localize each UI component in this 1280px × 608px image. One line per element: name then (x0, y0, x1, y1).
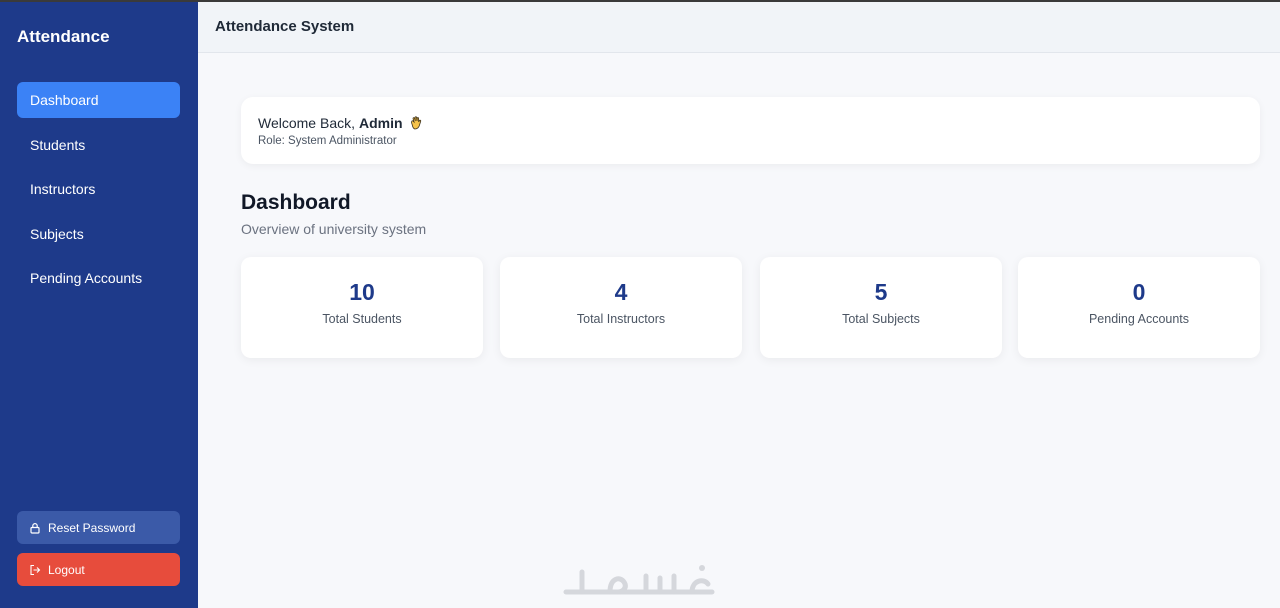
sidebar-item-students[interactable]: Students (17, 127, 180, 163)
welcome-role: Role: System Administrator (258, 135, 397, 147)
sidebar-nav: Dashboard Students Instructors Subjects … (17, 82, 180, 305)
welcome-user: Admin (359, 115, 403, 131)
window-top-border (0, 0, 1280, 2)
watermark-logo (562, 558, 718, 603)
welcome-card: Welcome Back, Admin Role: System Adminis… (241, 97, 1260, 164)
sidebar-item-instructors[interactable]: Instructors (17, 171, 180, 207)
top-header: Attendance System (198, 2, 1280, 53)
sidebar-brand: Attendance (17, 27, 110, 46)
stat-card-subjects: 5 Total Subjects (760, 257, 1002, 358)
reset-password-button[interactable]: Reset Password (17, 511, 180, 544)
logout-button[interactable]: Logout (17, 553, 180, 586)
stat-label: Total Students (322, 312, 402, 326)
sidebar-item-dashboard[interactable]: Dashboard (17, 82, 180, 118)
welcome-greeting: Welcome Back, (258, 115, 355, 131)
stat-label: Total Instructors (576, 312, 666, 326)
sidebar: Attendance Dashboard Students Instructor… (0, 0, 198, 608)
stat-value: 5 (874, 279, 888, 305)
stat-value: 10 (349, 279, 375, 305)
stat-value: 4 (614, 279, 628, 305)
logout-label: Logout (48, 562, 85, 577)
header-title: Attendance System (215, 18, 355, 35)
sidebar-item-subjects[interactable]: Subjects (17, 216, 180, 252)
stat-card-pending-accounts: 0 Pending Accounts (1018, 257, 1260, 358)
sidebar-item-pending-accounts[interactable]: Pending Accounts (17, 260, 180, 296)
reset-password-label: Reset Password (48, 520, 136, 535)
stat-card-students: 10 Total Students (241, 257, 483, 358)
waving-hand-icon (408, 115, 424, 131)
page-title: Dashboard (241, 191, 351, 214)
stat-label: Pending Accounts (1088, 312, 1190, 326)
welcome-line: Welcome Back, Admin (258, 115, 424, 131)
lock-icon (29, 522, 41, 534)
logout-icon (29, 564, 41, 576)
stat-value: 0 (1132, 279, 1146, 305)
stat-card-instructors: 4 Total Instructors (500, 257, 742, 358)
page-subtitle: Overview of university system (241, 221, 427, 237)
stat-label: Total Subjects (842, 312, 920, 326)
